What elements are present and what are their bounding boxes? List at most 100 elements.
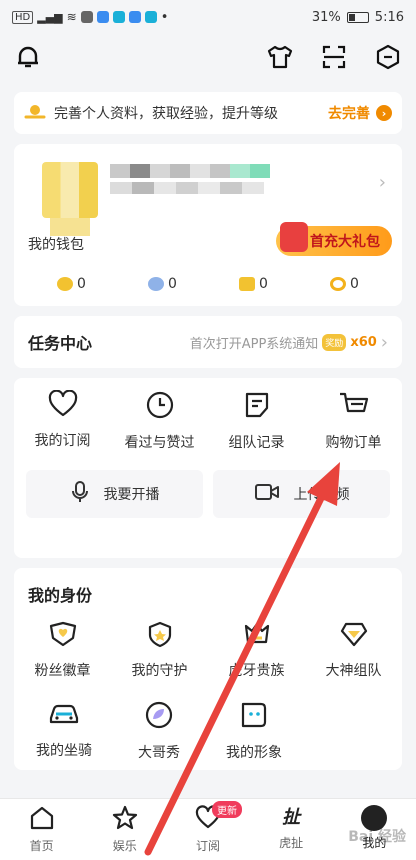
- first-recharge-gift-button[interactable]: 首充大礼包: [276, 222, 392, 256]
- banner-text: 完善个人资料，获取经验，提升等级: [54, 106, 278, 122]
- settings-hexagon-icon[interactable]: [374, 43, 402, 71]
- identity-my-image[interactable]: 我的形象: [209, 700, 299, 762]
- star-icon: [112, 805, 138, 834]
- upload-video-button[interactable]: 上传视频: [213, 470, 390, 518]
- menu-label: 组队记录: [228, 435, 285, 451]
- identity-fan-badge[interactable]: 粉丝徽章: [18, 620, 108, 680]
- shield-icon: [80, 11, 93, 23]
- identity-mount[interactable]: 我的坐骑: [19, 700, 109, 762]
- tab-label: 订阅: [195, 839, 220, 853]
- tab-huche[interactable]: 扯 虎扯: [251, 805, 331, 851]
- fan-badge-icon: [47, 620, 79, 652]
- more-dot-icon: •: [160, 9, 169, 25]
- hd-indicator: HD: [12, 10, 34, 24]
- menu-label: 购物订单: [325, 435, 382, 451]
- identity-label: 我的坐骑: [36, 743, 92, 759]
- coupon-icon: [239, 277, 256, 291]
- menu-item-orders[interactable]: 购物订单: [309, 390, 399, 452]
- wifi-icon: ≋: [66, 10, 77, 24]
- chevron-right-icon[interactable]: ›: [379, 172, 386, 193]
- balance-value: 0: [350, 276, 359, 292]
- go-live-button[interactable]: 我要开播: [26, 470, 203, 518]
- tab-label: 娱乐: [112, 839, 137, 853]
- wallet-balances: 0 0 0 0: [14, 276, 402, 292]
- tab-entertainment[interactable]: 娱乐: [85, 805, 165, 854]
- reward-badge: 奖励: [322, 333, 347, 351]
- banner-action[interactable]: 去完善: [328, 103, 370, 123]
- reward-amount: x60: [350, 334, 377, 350]
- identity-label: 虎牙贵族: [228, 663, 285, 679]
- tab-label: 首页: [29, 839, 54, 853]
- gift-box-icon: [280, 222, 308, 252]
- task-center-title: 任务中心: [28, 334, 93, 353]
- identity-label: 我的守护: [131, 663, 188, 679]
- master-team-icon: [338, 620, 370, 652]
- home-icon: [29, 805, 55, 834]
- note-icon: [242, 390, 272, 424]
- cloud-app-icon: [96, 11, 109, 23]
- avatar-image-icon: [239, 700, 269, 734]
- profile-card: › 我的钱包 首充大礼包 0 0 0 0: [14, 144, 402, 306]
- video-camera-icon: [254, 482, 280, 506]
- identity-big-brother-show[interactable]: 大哥秀: [114, 700, 204, 762]
- microphone-icon: [70, 480, 90, 508]
- chevron-right-icon: ›: [380, 331, 388, 353]
- balance-coin[interactable]: 0: [330, 276, 359, 292]
- battery-percent: 31%: [311, 9, 341, 25]
- upload-video-label: 上传视频: [293, 487, 350, 503]
- task-subtitle: 首次打开APP系统通知: [189, 336, 319, 352]
- task-center-row[interactable]: 任务中心 首次打开APP系统通知 奖励 x60 ›: [14, 316, 402, 368]
- heart-icon: [48, 389, 78, 422]
- update-badge: 更新: [211, 801, 242, 818]
- status-bar: HD ▂▄▆ ≋ • 31% 5:16: [0, 0, 416, 34]
- scan-icon[interactable]: [320, 43, 348, 71]
- balance-coupon[interactable]: 0: [239, 276, 268, 292]
- go-live-label: 我要开播: [103, 487, 160, 503]
- cart-icon: [338, 390, 370, 424]
- show-icon: [144, 700, 174, 734]
- balance-gold-bean[interactable]: 0: [57, 276, 86, 292]
- arrow-right-icon: ›: [376, 105, 392, 121]
- tab-home[interactable]: 首页: [2, 805, 82, 854]
- bulb-app-icon: [128, 11, 141, 23]
- menu-item-team-records[interactable]: 组队记录: [212, 390, 302, 452]
- silver-bean-icon: [148, 277, 165, 291]
- identity-noble[interactable]: 虎牙贵族: [212, 620, 302, 680]
- identity-master-team[interactable]: 大神组队: [309, 620, 399, 680]
- top-bar: [0, 34, 416, 80]
- identity-label: 大哥秀: [138, 745, 180, 761]
- battery-icon: [346, 11, 369, 23]
- clock-time: 5:16: [374, 9, 404, 25]
- profile-complete-banner[interactable]: 完善个人资料，获取经验，提升等级 去完善 ›: [14, 92, 402, 134]
- quick-menu: 我的订阅 看过与赞过 组队记录 购物订单 我要开播 上传视频: [14, 378, 402, 558]
- watermark: Bai 经验: [348, 829, 406, 845]
- balance-value: 0: [77, 276, 86, 292]
- user-level-blurred: [110, 182, 264, 194]
- app-icon: [112, 11, 125, 23]
- signal-icon: ▂▄▆: [37, 10, 63, 24]
- identity-label: 粉丝徽章: [34, 663, 91, 679]
- bell-icon[interactable]: [14, 43, 42, 71]
- tab-label: 虎扯: [279, 836, 304, 850]
- identity-guardian[interactable]: 我的守护: [115, 620, 205, 680]
- gold-bean-icon: [57, 277, 74, 291]
- gift-label: 首充大礼包: [310, 234, 380, 250]
- identity-label: 大神组队: [325, 663, 382, 679]
- sun-cloud-icon: [24, 101, 46, 125]
- huche-icon: 扯: [282, 807, 301, 828]
- identity-label: 我的形象: [226, 745, 282, 761]
- balance-silver-bean[interactable]: 0: [148, 276, 177, 292]
- identity-section: 我的身份 粉丝徽章 我的守护 虎牙贵族 大神组队 我的坐骑 大哥秀 我的形象: [14, 568, 402, 770]
- coin-icon: [330, 277, 347, 291]
- menu-label: 我的订阅: [34, 433, 91, 449]
- avatar[interactable]: [42, 162, 98, 236]
- guardian-icon: [144, 620, 176, 652]
- menu-label: 看过与赞过: [124, 435, 195, 451]
- menu-item-subscriptions[interactable]: 我的订阅: [18, 389, 108, 452]
- clock-icon: [145, 390, 175, 424]
- menu-item-history[interactable]: 看过与赞过: [115, 390, 205, 452]
- tab-subscriptions[interactable]: 更新 订阅: [168, 801, 248, 854]
- username-blurred: [110, 164, 270, 178]
- tshirt-icon[interactable]: [266, 43, 294, 71]
- wallet-label: 我的钱包: [28, 237, 84, 253]
